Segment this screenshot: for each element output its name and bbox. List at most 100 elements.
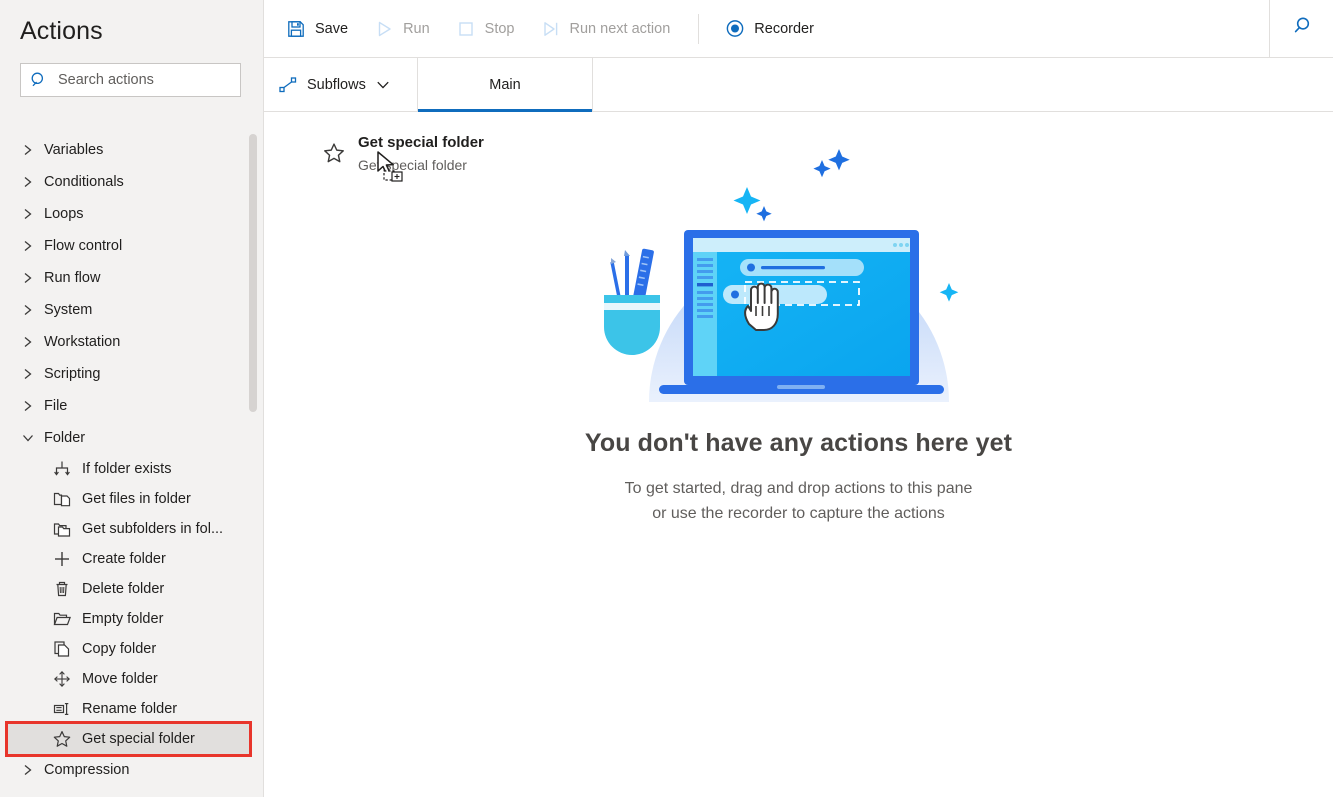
action-delete-folder[interactable]: Delete folder (0, 574, 263, 604)
action-label: Move folder (82, 671, 158, 687)
stop-button[interactable]: Stop (444, 9, 527, 49)
chevron-right-icon (20, 238, 36, 254)
chevron-right-icon (20, 206, 36, 222)
chevron-right-icon (20, 174, 36, 190)
recorder-label: Recorder (754, 20, 814, 37)
sidebar-group-label: Scripting (44, 366, 101, 382)
action-label: Copy folder (82, 641, 157, 657)
action-copy-folder[interactable]: Copy folder (0, 634, 263, 664)
branch-arrows-icon (52, 459, 72, 479)
sidebar-group-flow-control[interactable]: Flow control (0, 230, 263, 262)
save-icon (286, 19, 306, 39)
sidebar-group-run-flow[interactable]: Run flow (0, 262, 263, 294)
action-move-folder[interactable]: Move folder (0, 664, 263, 694)
sidebar-group-loops[interactable]: Loops (0, 198, 263, 230)
play-icon (374, 19, 394, 39)
empty-state-subtitle: To get started, drag and drop actions to… (625, 476, 973, 526)
sidebar-group-label: Variables (44, 142, 104, 158)
sidebar-group-workstation[interactable]: Workstation (0, 326, 263, 358)
toolbar: Save Run Stop Run next action Recorder (264, 0, 1333, 58)
record-icon (725, 19, 745, 39)
chevron-right-icon (20, 302, 36, 318)
action-empty-folder[interactable]: Empty folder (0, 604, 263, 634)
sidebar-group-file[interactable]: File (0, 390, 263, 422)
sidebar-group-label: Loops (44, 206, 84, 222)
actions-tree: Variables Conditionals Loops Flow contro… (0, 134, 263, 797)
save-button[interactable]: Save (274, 9, 360, 49)
action-get-special-folder[interactable]: Get special folder (5, 721, 252, 757)
sidebar-group-variables[interactable]: Variables (0, 134, 263, 166)
page-title: Actions (20, 17, 103, 45)
sidebar-group-label: Run flow (44, 270, 101, 286)
sidebar-group-scripting[interactable]: Scripting (0, 358, 263, 390)
folder-copy-icon (52, 489, 72, 509)
action-label: Delete folder (82, 581, 165, 597)
search-icon (1291, 15, 1313, 42)
sidebar-group-system[interactable]: System (0, 294, 263, 326)
action-get-files-in-folder[interactable]: Get files in folder (0, 484, 263, 514)
tab-main[interactable]: Main (418, 58, 593, 112)
action-label: Rename folder (82, 701, 178, 717)
star-icon (52, 729, 72, 749)
stop-icon (456, 19, 476, 39)
sidebar-group-label: Folder (44, 430, 86, 446)
sidebar-group-label: System (44, 302, 93, 318)
sidebar-group-compression[interactable]: Compression (0, 754, 263, 786)
rename-icon (52, 699, 72, 719)
action-label: Get subfolders in fol... (82, 521, 224, 537)
sidebar-scrollbar-thumb[interactable] (249, 134, 257, 412)
sidebar-group-folder[interactable]: Folder (0, 422, 263, 454)
sidebar-group-label: Compression (44, 762, 130, 778)
action-get-subfolders-in-folder[interactable]: Get subfolders in fol... (0, 514, 263, 544)
empty-state: You don't have any actions here yet To g… (264, 112, 1333, 526)
subflow-icon (278, 75, 298, 95)
run-button[interactable]: Run (362, 9, 442, 49)
chevron-right-icon (20, 398, 36, 414)
chevron-right-icon (20, 270, 36, 286)
step-icon (541, 19, 561, 39)
plus-icon (52, 549, 72, 569)
empty-state-line2: or use the recorder to capture the actio… (652, 505, 945, 522)
chevron-right-icon (20, 762, 36, 778)
chevron-right-icon (20, 366, 36, 382)
tabbar: Subflows Main (264, 58, 1333, 112)
copy-icon (52, 639, 72, 659)
toolbar-divider (698, 13, 700, 44)
search-icon (30, 71, 48, 89)
move-arrows-icon (52, 669, 72, 689)
action-label: Get files in folder (82, 491, 191, 507)
actions-sidebar: Actions Search actions Variables Conditi… (0, 0, 264, 797)
subflows-dropdown[interactable]: Subflows (264, 58, 418, 111)
chevron-down-icon (376, 80, 390, 90)
run-next-action-button[interactable]: Run next action (529, 9, 683, 49)
folder-stack-icon (52, 519, 72, 539)
action-label: Create folder (82, 551, 166, 567)
empty-state-line1: To get started, drag and drop actions to… (624, 480, 973, 497)
run-next-action-label: Run next action (569, 20, 671, 37)
chevron-down-icon (20, 430, 36, 446)
toolbar-search-button[interactable] (1269, 0, 1333, 57)
run-label: Run (403, 20, 430, 37)
action-label: Get special folder (82, 731, 195, 747)
flow-canvas[interactable]: Get special folder Get special folder Yo… (264, 112, 1333, 797)
sidebar-group-label: File (44, 398, 68, 414)
open-folder-icon (52, 609, 72, 629)
laptop-drag-drop-illustration (589, 112, 1009, 407)
search-input[interactable]: Search actions (20, 63, 241, 97)
action-if-folder-exists[interactable]: If folder exists (0, 454, 263, 484)
subflows-label: Subflows (307, 76, 366, 93)
recorder-button[interactable]: Recorder (713, 9, 826, 49)
power-automate-desktop-window: Actions Search actions Variables Conditi… (0, 0, 1333, 797)
sidebar-scrollbar[interactable] (249, 128, 257, 797)
trash-icon (52, 579, 72, 599)
action-rename-folder[interactable]: Rename folder (0, 694, 263, 724)
empty-state-title: You don't have any actions here yet (584, 429, 1013, 457)
sidebar-group-conditionals[interactable]: Conditionals (0, 166, 263, 198)
stop-label: Stop (484, 20, 515, 37)
sidebar-group-label: Flow control (44, 238, 123, 254)
chevron-right-icon (20, 142, 36, 158)
search-placeholder: Search actions (58, 72, 154, 88)
tab-label: Main (489, 76, 521, 93)
action-create-folder[interactable]: Create folder (0, 544, 263, 574)
main-pane: Save Run Stop Run next action Recorder S… (264, 0, 1333, 797)
